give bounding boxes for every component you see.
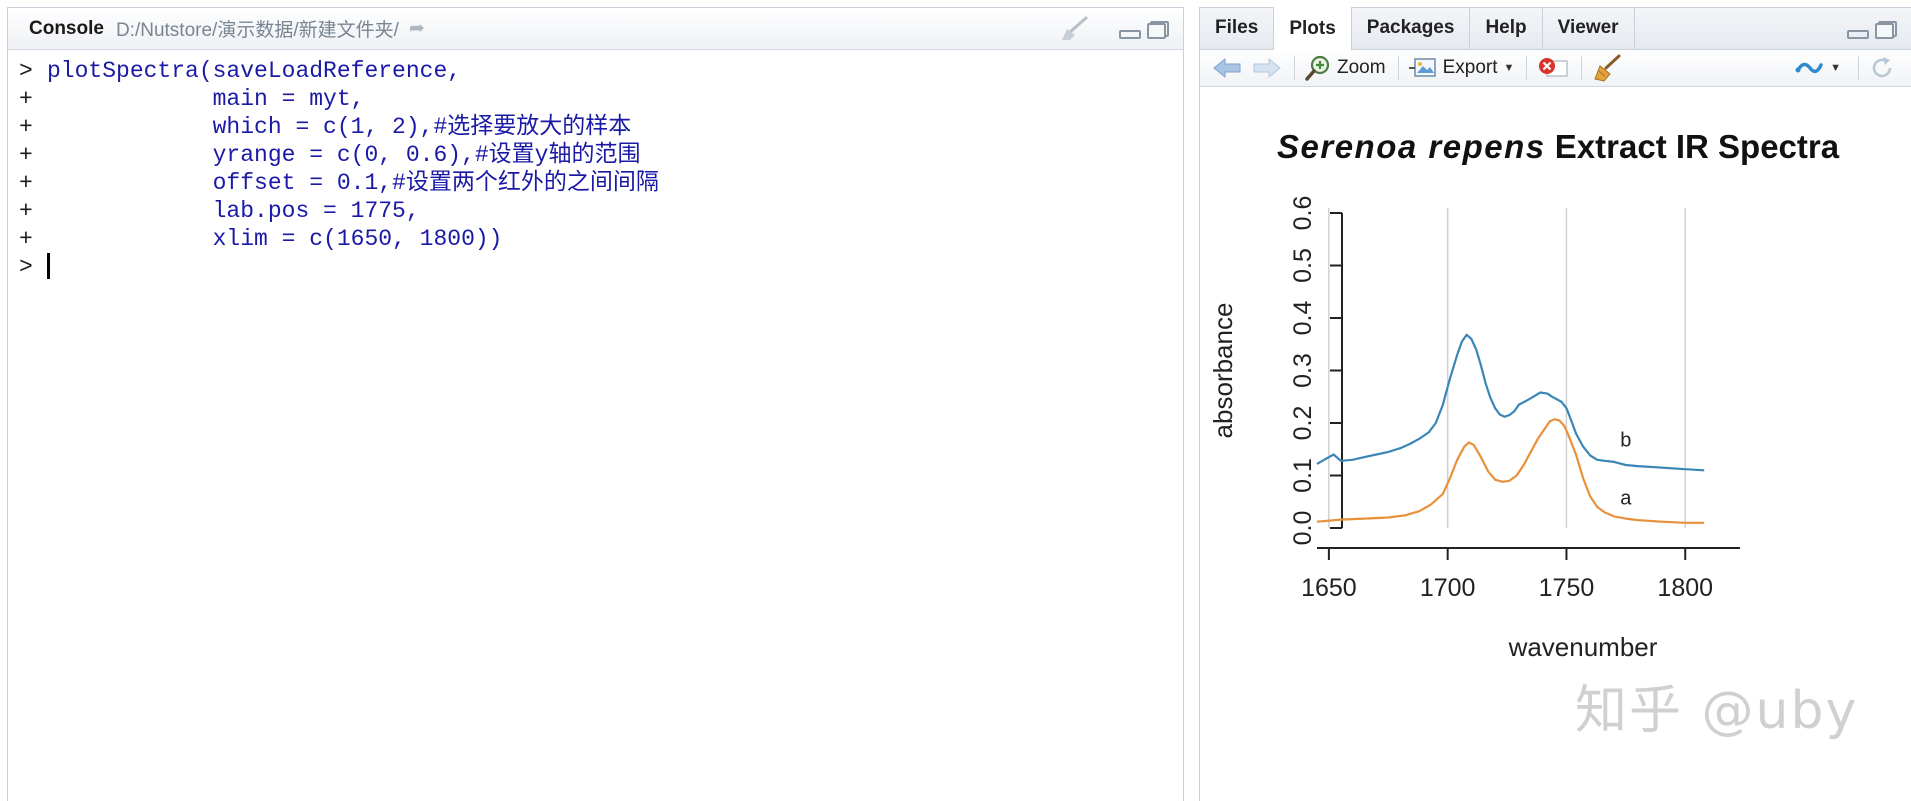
pane-tabbar: Files Plots Packages Help Viewer <box>1200 7 1911 50</box>
chart-title: Serenoa repens Extract IR Spectra <box>1277 128 1840 165</box>
console-input-cursor[interactable] <box>47 253 50 279</box>
console-line: + xlim = c(1650, 1800)) <box>19 225 1183 253</box>
console-line: > plotSpectra(saveLoadReference, <box>19 57 1183 85</box>
plot-viewer: Serenoa repens Extract IR Spectra 0.0 0.1 0… <box>1200 88 1911 801</box>
maximize-pane-icon[interactable] <box>1875 20 1897 39</box>
x-tick-label: 1750 <box>1539 574 1595 602</box>
console-prompt: + <box>19 142 33 168</box>
refresh-plot-button[interactable] <box>1869 55 1895 81</box>
export-label: Export <box>1442 57 1498 78</box>
refresh-icon <box>1872 57 1892 78</box>
arrow-right-icon <box>1253 57 1281 79</box>
plots-window-controls <box>1847 20 1897 39</box>
previous-plot-button[interactable] <box>1212 57 1242 79</box>
console-code: which = c(1, 2),#选择要放大的样本 <box>47 114 632 140</box>
broom-icon <box>1594 54 1621 82</box>
chevron-down-icon: ▼ <box>1830 62 1841 74</box>
console-output[interactable]: > plotSpectra(saveLoadReference, + main = … <box>8 50 1183 281</box>
tab-packages[interactable]: Packages <box>1352 7 1471 49</box>
console-code: xlim = c(1650, 1800)) <box>47 226 503 252</box>
remove-plot-button[interactable] <box>1537 57 1569 79</box>
x-axis-label: wavenumber <box>1508 632 1658 662</box>
console-line: > <box>19 253 1183 281</box>
tab-help[interactable]: Help <box>1470 7 1543 49</box>
console-prompt: + <box>19 114 33 140</box>
publish-menu-button[interactable]: ▼ <box>1794 57 1841 79</box>
console-line: + yrange = c(0, 0.6),#设置y轴的范围 <box>19 141 1183 169</box>
plots-pane: Files Plots Packages Help Viewer Zoom Ex… <box>1199 7 1911 801</box>
y-tick-label: 0.2 <box>1289 406 1317 441</box>
console-prompt: + <box>19 226 33 252</box>
magnifier-icon <box>1305 55 1330 81</box>
series-label-a: a <box>1620 487 1632 509</box>
tab-viewer[interactable]: Viewer <box>1543 7 1635 49</box>
series-line-a <box>1316 418 1705 524</box>
console-pane: Console D:/Nutstore/演示数据/新建文件夹/ ➦ > plotS… <box>7 7 1184 801</box>
x-tick-label: 1700 <box>1420 574 1476 602</box>
console-window-controls <box>1119 20 1169 39</box>
console-prompt: + <box>19 86 33 112</box>
console-header: Console D:/Nutstore/演示数据/新建文件夹/ ➦ <box>8 8 1183 50</box>
console-line: + main = myt, <box>19 85 1183 113</box>
plot-toolbar: Zoom Export ▼ ▼ <box>1200 50 1911 87</box>
console-prompt: + <box>19 170 33 196</box>
console-prompt: > <box>19 58 33 84</box>
console-code: offset = 0.1,#设置两个红外的之间间隔 <box>47 170 659 196</box>
y-axis-label: absorbance <box>1208 303 1238 439</box>
series-label-b: b <box>1620 430 1631 452</box>
console-title[interactable]: Console <box>29 18 104 40</box>
x-tick-label: 1650 <box>1301 574 1357 602</box>
zoom-label: Zoom <box>1337 57 1386 78</box>
minimize-pane-icon[interactable] <box>1847 30 1869 39</box>
minimize-pane-icon[interactable] <box>1119 30 1141 39</box>
y-tick-label: 0.4 <box>1289 301 1317 336</box>
clear-console-icon[interactable] <box>1058 16 1088 48</box>
export-image-icon <box>1408 58 1436 77</box>
tab-plots[interactable]: Plots <box>1274 7 1352 50</box>
next-plot-button[interactable] <box>1252 57 1282 79</box>
y-tick-label: 0.1 <box>1289 458 1317 493</box>
series-line-b <box>1316 333 1705 472</box>
console-line: + offset = 0.1,#设置两个红外的之间间隔 <box>19 169 1183 197</box>
console-code: plotSpectra(saveLoadReference, <box>47 58 462 84</box>
x-tick-label: 1800 <box>1657 574 1713 602</box>
watermark: 知乎 @uby <box>1575 681 1859 741</box>
chart-title-italic: Serenoa repens <box>1277 128 1546 165</box>
export-menu-button[interactable]: Export ▼ <box>1408 57 1515 79</box>
console-line: + which = c(1, 2),#选择要放大的样本 <box>19 113 1183 141</box>
goto-directory-icon[interactable]: ➦ <box>409 17 425 40</box>
remove-plot-icon <box>1539 58 1568 77</box>
y-tick-label: 0.5 <box>1289 248 1317 283</box>
console-code: main = myt, <box>47 86 365 112</box>
maximize-pane-icon[interactable] <box>1147 20 1169 39</box>
publish-icon <box>1795 62 1823 74</box>
console-line: + lab.pos = 1775, <box>19 197 1183 225</box>
zoom-button[interactable]: Zoom <box>1305 55 1386 81</box>
arrow-left-icon <box>1213 57 1241 79</box>
y-tick-label: 0.0 <box>1289 511 1317 546</box>
tab-files[interactable]: Files <box>1200 7 1275 49</box>
console-working-directory[interactable]: D:/Nutstore/演示数据/新建文件夹/ <box>116 15 399 42</box>
chart-title-text: Extract IR Spectra <box>1546 128 1840 165</box>
clear-all-plots-button[interactable] <box>1592 54 1622 82</box>
console-code: lab.pos = 1775, <box>47 198 420 224</box>
y-tick-label: 0.6 <box>1289 196 1317 231</box>
console-prompt: + <box>19 198 33 224</box>
console-prompt: > <box>19 254 33 280</box>
chevron-down-icon: ▼ <box>1503 62 1515 74</box>
y-tick-label: 0.3 <box>1289 353 1317 388</box>
console-code: yrange = c(0, 0.6),#设置y轴的范围 <box>47 142 641 168</box>
